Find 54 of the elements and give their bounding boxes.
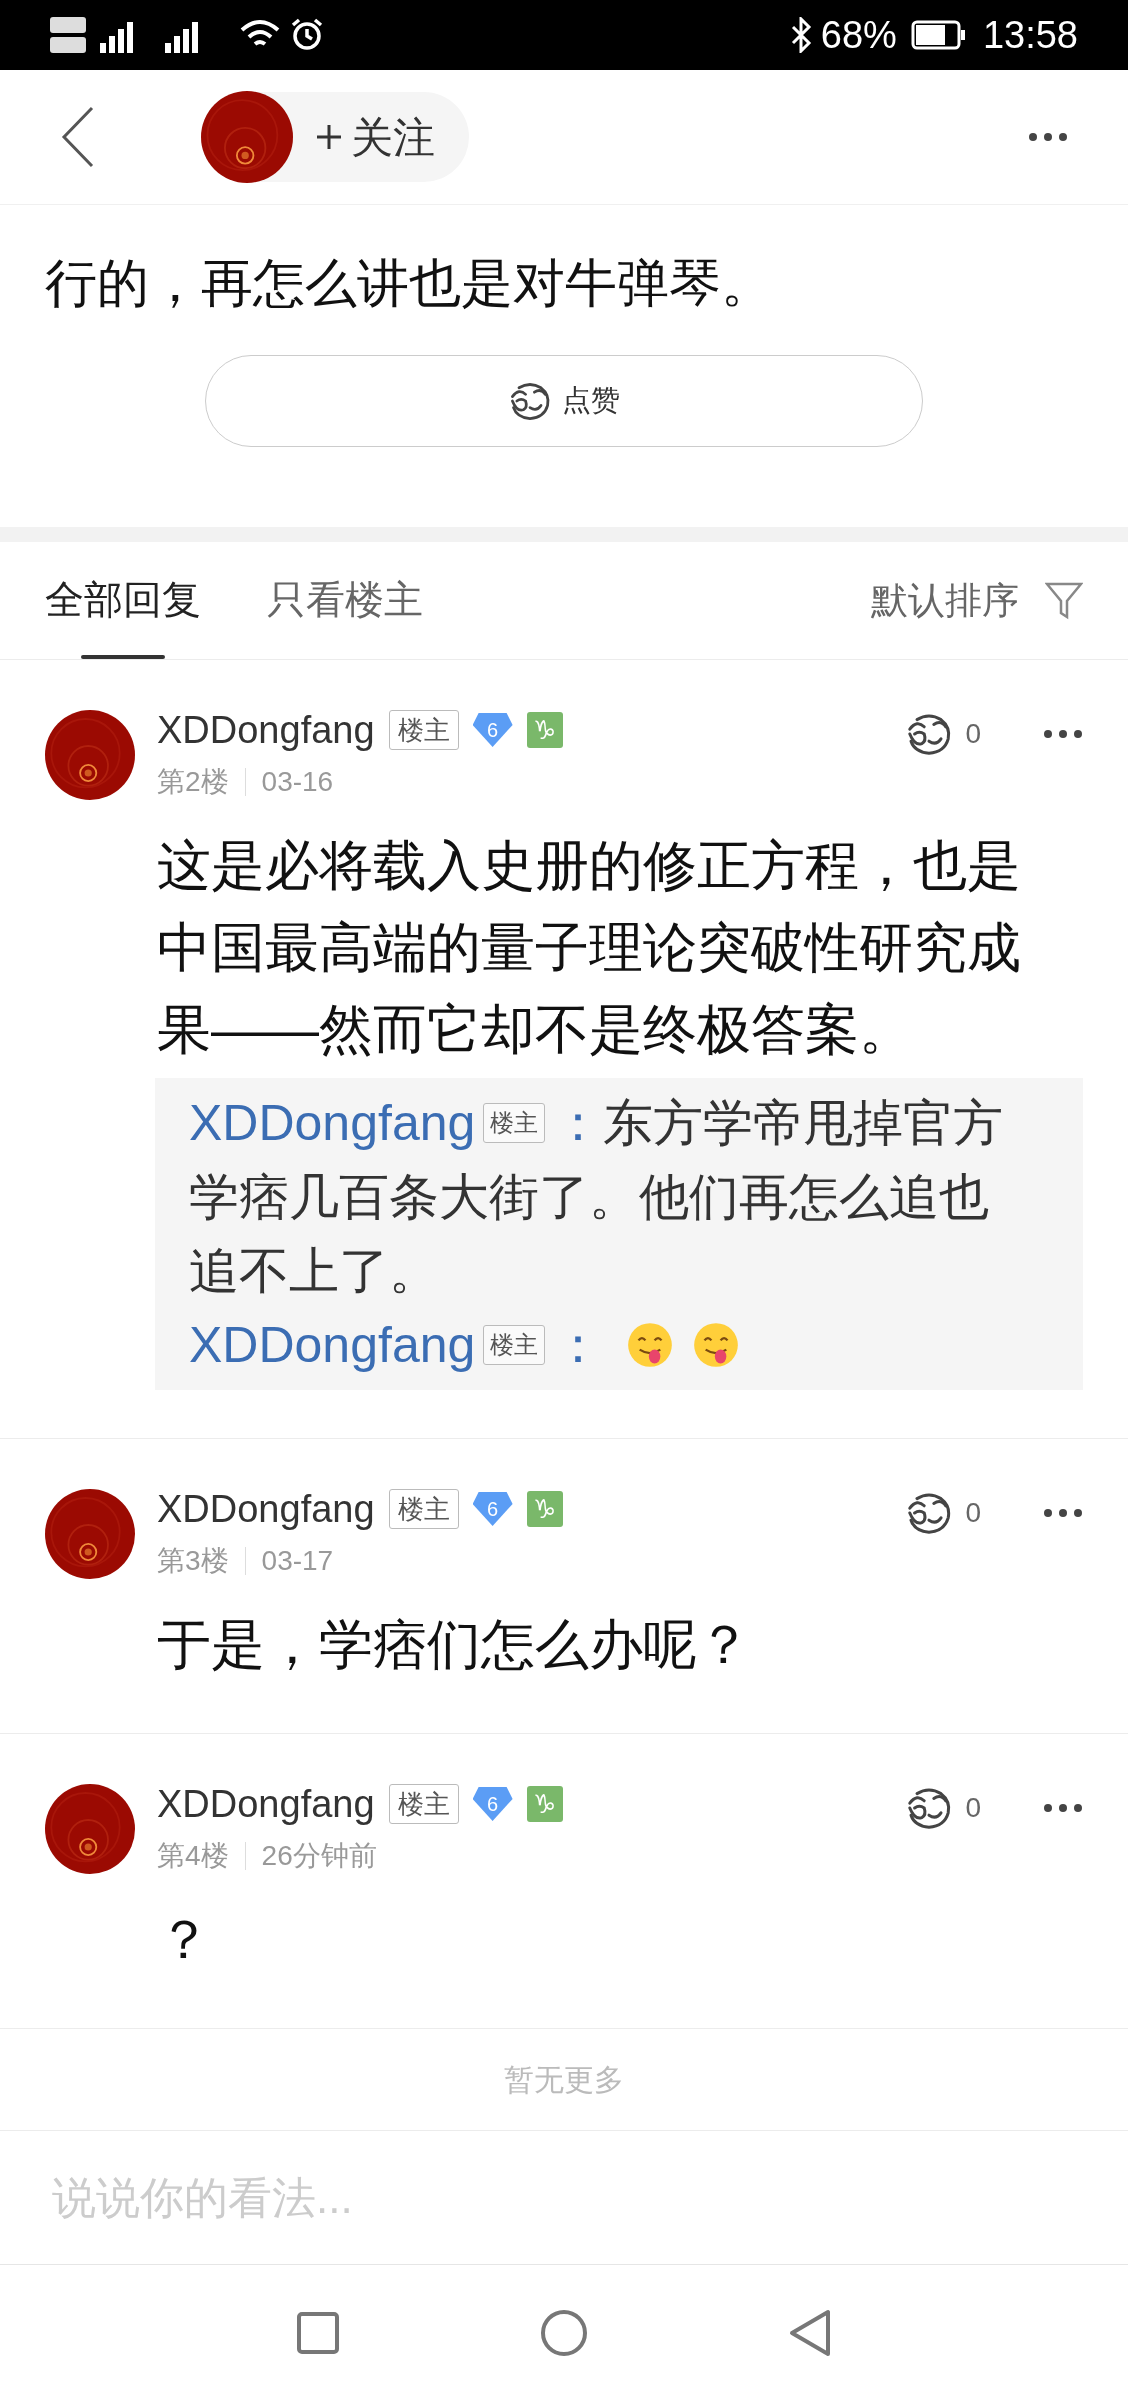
more-icon[interactable] bbox=[1028, 132, 1068, 142]
colon-text: ： bbox=[553, 1316, 604, 1375]
level-badge: 6 bbox=[472, 1492, 513, 1526]
square-nav-icon[interactable] bbox=[296, 2310, 340, 2355]
sort-button[interactable]: 默认排序 bbox=[871, 572, 1019, 629]
post-time: 03-16 bbox=[261, 765, 334, 799]
quote-text: 学痞几百条大街了。他们再怎么追也追不上了。 bbox=[189, 1168, 990, 1301]
colon-text: ： bbox=[553, 1094, 604, 1153]
battery-percent: 68% bbox=[820, 12, 897, 58]
zodiac-badge: ♑ bbox=[526, 1786, 563, 1822]
reply-text: 于是，学痞们怎么办呢？ bbox=[157, 1613, 752, 1676]
smile-emoji-icon bbox=[627, 1322, 674, 1368]
author-name[interactable]: XDDongfang bbox=[157, 1775, 375, 1833]
zodiac-badge: ♑ bbox=[526, 712, 563, 748]
quote-text: 东方学帝甩掉官方 bbox=[603, 1094, 1004, 1153]
filter-icon[interactable] bbox=[1045, 580, 1083, 621]
more-icon[interactable] bbox=[1043, 729, 1083, 739]
reply-text: ？ bbox=[157, 1908, 212, 1971]
author-name[interactable]: XDDongfang bbox=[157, 701, 375, 759]
op-tag: 楼主 bbox=[388, 1489, 459, 1529]
end-text: 暂无更多 bbox=[504, 2062, 624, 2098]
tab[interactable]: 只看楼主 bbox=[267, 542, 423, 659]
op-tag: 楼主 bbox=[483, 1103, 546, 1143]
op-tag: 楼主 bbox=[388, 710, 459, 750]
bluetooth-icon bbox=[790, 17, 813, 53]
zodiac-badge: ♑ bbox=[526, 1491, 563, 1527]
author-name[interactable]: XDDongfang bbox=[157, 1480, 375, 1538]
quote-author[interactable]: XDDongfang bbox=[189, 1086, 476, 1160]
floor-number: 第2楼 bbox=[157, 765, 229, 799]
like-count: 0 bbox=[965, 717, 981, 751]
post-time: 26分钟前 bbox=[261, 1839, 377, 1873]
plus-icon bbox=[315, 123, 343, 151]
reply-text: 这是必将载入史册的修正方程，也是中国最高端的量子理论突破性研究成果——然而它却不是终极答案。 bbox=[157, 834, 1022, 1061]
post-time: 03-17 bbox=[261, 1544, 334, 1578]
like-count: 0 bbox=[965, 1791, 981, 1825]
op-tag: 楼主 bbox=[388, 1784, 459, 1824]
smile-emoji-icon bbox=[693, 1322, 740, 1368]
floor-number: 第4楼 bbox=[157, 1839, 229, 1873]
floor-number: 第3楼 bbox=[157, 1544, 229, 1578]
back-nav-icon[interactable] bbox=[788, 2308, 832, 2357]
post-text: 行的，再怎么讲也是对牛弹琴。 bbox=[45, 253, 774, 314]
level-badge: 6 bbox=[472, 1787, 513, 1821]
more-icon[interactable] bbox=[1043, 1508, 1083, 1518]
more-icon[interactable] bbox=[1043, 1803, 1083, 1813]
alarm-icon bbox=[290, 18, 324, 52]
level-badge: 6 bbox=[472, 713, 513, 747]
clock-time: 13:58 bbox=[982, 12, 1078, 58]
battery-icon bbox=[910, 20, 967, 50]
op-tag: 楼主 bbox=[483, 1325, 546, 1365]
back-icon[interactable] bbox=[60, 106, 96, 168]
like-count: 0 bbox=[965, 1496, 981, 1530]
home-nav-icon[interactable] bbox=[540, 2308, 588, 2357]
quote-author[interactable]: XDDongfang bbox=[189, 1308, 476, 1382]
tab[interactable]: 全部回复 bbox=[45, 542, 201, 659]
